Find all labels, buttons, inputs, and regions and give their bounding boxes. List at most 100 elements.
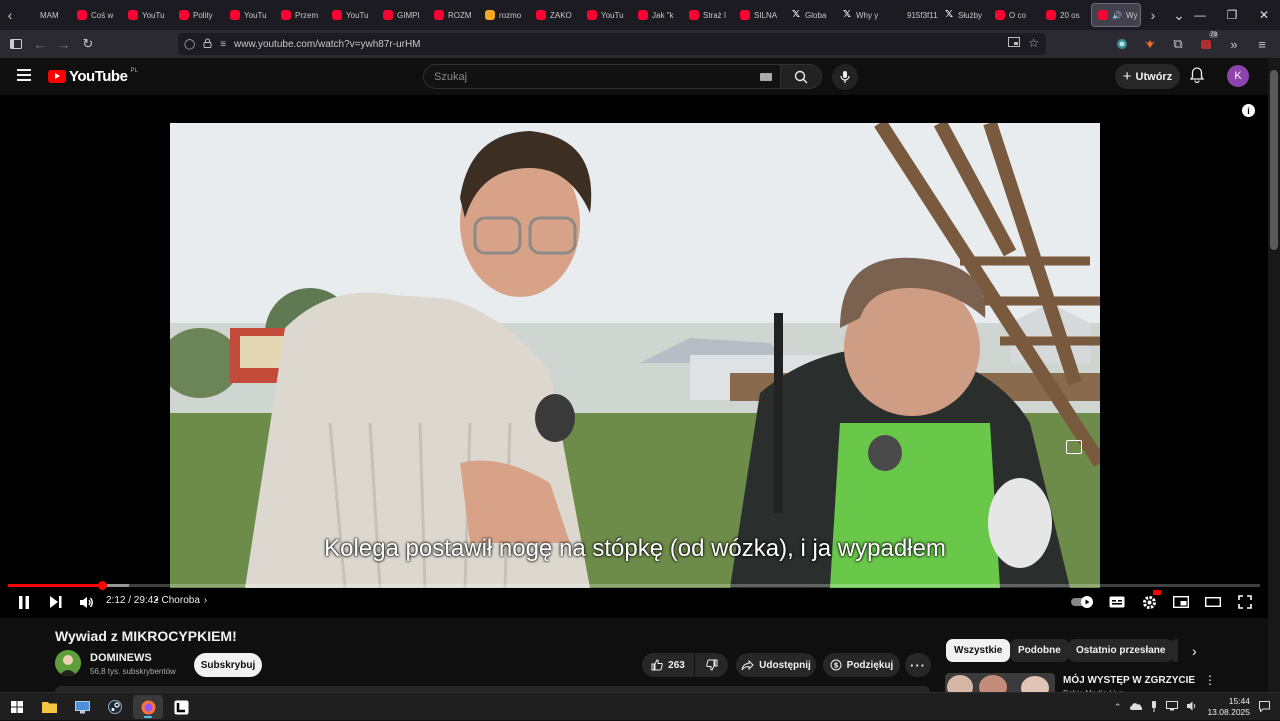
restore-icon[interactable]: ❐: [1216, 0, 1248, 30]
recommendation-menu-icon[interactable]: ⋮: [1204, 673, 1216, 687]
account-avatar[interactable]: K: [1227, 65, 1249, 87]
thanks-button[interactable]: $ Podziękuj: [823, 653, 900, 677]
chip-all[interactable]: Wszystkie: [946, 639, 1011, 662]
url-text[interactable]: www.youtube.com/watch?v=ywh87r-urHM: [234, 39, 420, 50]
site-permissions-icon[interactable]: ≡: [220, 39, 226, 50]
steam-app[interactable]: [100, 695, 130, 719]
share-button[interactable]: Udostępnij: [736, 653, 816, 677]
firefox-app[interactable]: [133, 695, 163, 719]
browser-tab[interactable]: 𝕏 Służby: [938, 3, 989, 27]
like-button[interactable]: 263: [642, 653, 694, 677]
volume-button[interactable]: [76, 591, 96, 613]
chips-next-icon[interactable]: ›: [1192, 643, 1197, 659]
browser-tab[interactable]: YouTu: [122, 3, 173, 27]
video-info-icon[interactable]: i: [1242, 104, 1255, 117]
app-menu-icon[interactable]: ≡: [1250, 32, 1274, 56]
browser-tab[interactable]: Przem: [275, 3, 326, 27]
pause-button[interactable]: [14, 591, 34, 613]
page-scrollbar-thumb[interactable]: [1270, 70, 1278, 250]
tabs-scroll-right-icon[interactable]: ›: [1143, 0, 1163, 30]
browser-tab[interactable]: YouTu: [224, 3, 275, 27]
scrubber-handle[interactable]: [98, 581, 108, 590]
start-button[interactable]: [2, 695, 32, 719]
next-button[interactable]: [45, 591, 65, 613]
video-frame[interactable]: [170, 123, 1100, 588]
browser-tab[interactable]: 20 os: [1040, 3, 1091, 27]
clock[interactable]: 15:44 13.08.2025: [1207, 696, 1250, 718]
forward-icon[interactable]: →: [52, 32, 76, 56]
browser-tab[interactable]: Jak "k: [632, 3, 683, 27]
tab-audio-icon[interactable]: 🔊: [1112, 11, 1122, 20]
tabs-scroll-left-icon[interactable]: ‹: [0, 0, 20, 30]
theater-mode-button[interactable]: [1203, 591, 1223, 613]
chapter-button[interactable]: • Choroba ›: [155, 595, 207, 606]
overflow-chevrons-icon[interactable]: »: [1222, 32, 1246, 56]
search-input[interactable]: Szukaj: [423, 64, 781, 89]
usb-device-icon[interactable]: [1151, 700, 1157, 714]
fullscreen-button[interactable]: [1235, 591, 1255, 613]
autoplay-toggle[interactable]: [1071, 591, 1095, 613]
guide-menu-icon[interactable]: [17, 69, 31, 84]
browser-tab[interactable]: ROZM: [428, 3, 479, 27]
browser-tab[interactable]: YouTu: [581, 3, 632, 27]
browser-tab[interactable]: 🔊 Wy: [1091, 3, 1141, 27]
fox-extension-icon[interactable]: [1138, 32, 1162, 56]
channel-avatar[interactable]: [55, 650, 81, 676]
shield-extension-icon[interactable]: [1110, 32, 1134, 56]
channel-name[interactable]: DOMINEWS: [90, 652, 152, 664]
lock-icon[interactable]: [203, 38, 212, 51]
progress-bar[interactable]: [8, 581, 1260, 590]
expand-overlay-icon[interactable]: [1066, 440, 1082, 454]
browser-tab[interactable]: O co: [989, 3, 1040, 27]
browser-tab[interactable]: 𝕏 Globa: [785, 3, 836, 27]
minimize-icon[interactable]: —: [1184, 0, 1216, 30]
file-explorer-app[interactable]: [34, 695, 64, 719]
chip-related[interactable]: Podobne: [1010, 639, 1069, 662]
capcut-app[interactable]: [166, 695, 196, 719]
tracking-shield-icon[interactable]: ◯: [184, 39, 195, 50]
browser-tab[interactable]: GIMPI: [377, 3, 428, 27]
speaker-icon[interactable]: [1187, 701, 1198, 713]
youtube-logo[interactable]: YouTube PL: [48, 68, 138, 85]
browser-tab[interactable]: YouTu: [326, 3, 377, 27]
badge-extension-icon[interactable]: 73: [1194, 32, 1218, 56]
search-button[interactable]: [781, 64, 822, 89]
page-scrollbar[interactable]: [1268, 58, 1280, 692]
browser-tab[interactable]: ZAKO: [530, 3, 581, 27]
recommendation-thumbnail[interactable]: [945, 673, 1055, 693]
more-actions-button[interactable]: ···: [905, 653, 931, 677]
reload-icon[interactable]: ↻: [76, 32, 100, 56]
bookmark-star-icon[interactable]: ☆: [1028, 36, 1039, 50]
browser-tab[interactable]: Coś w: [71, 3, 122, 27]
recommendation-title[interactable]: MÓJ WYSTĘP W ZGRZYCIE: [1063, 675, 1195, 686]
tray-chevron-up-icon[interactable]: ⌃: [1114, 702, 1122, 713]
keyboard-icon[interactable]: [760, 73, 772, 81]
voice-search-button[interactable]: [832, 64, 858, 90]
create-button[interactable]: + Utwórz: [1115, 64, 1180, 89]
subscribe-button[interactable]: Subskrybuj: [194, 653, 262, 677]
close-window-icon[interactable]: ✕: [1248, 0, 1280, 30]
computer-app[interactable]: [67, 695, 97, 719]
back-icon[interactable]: ←: [28, 32, 52, 56]
notifications-icon[interactable]: [1259, 700, 1270, 714]
browser-tab[interactable]: Polity: [173, 3, 224, 27]
sidebar-toggle-icon[interactable]: [4, 32, 28, 56]
picture-in-picture-icon[interactable]: [1008, 37, 1020, 50]
settings-button[interactable]: [1139, 590, 1161, 613]
browser-tab[interactable]: MAM: [20, 3, 71, 27]
address-bar[interactable]: ◯ ≡ www.youtube.com/watch?v=ywh87r-urHM …: [178, 33, 1046, 55]
video-player[interactable]: i Kolega postawił nogę na stópkę (od wóz…: [0, 95, 1268, 618]
miniplayer-button[interactable]: [1171, 591, 1191, 613]
dislike-button[interactable]: [695, 653, 728, 677]
subtitles-button[interactable]: [1107, 591, 1127, 613]
browser-tab[interactable]: 𝕏 Why y: [836, 3, 887, 27]
browser-tab[interactable]: 915f3f112: [887, 3, 938, 27]
browser-tab[interactable]: rozmo: [479, 3, 530, 27]
notifications-bell-icon[interactable]: [1189, 67, 1205, 88]
browser-tab[interactable]: SILNA: [734, 3, 785, 27]
chip-recently-uploaded[interactable]: Ostatnio przesłane: [1068, 639, 1174, 662]
onedrive-cloud-icon[interactable]: [1130, 702, 1143, 712]
browser-tab[interactable]: Straż I: [683, 3, 734, 27]
extensions-puzzle-icon[interactable]: ⧉: [1166, 32, 1190, 56]
network-icon[interactable]: [1166, 701, 1179, 713]
